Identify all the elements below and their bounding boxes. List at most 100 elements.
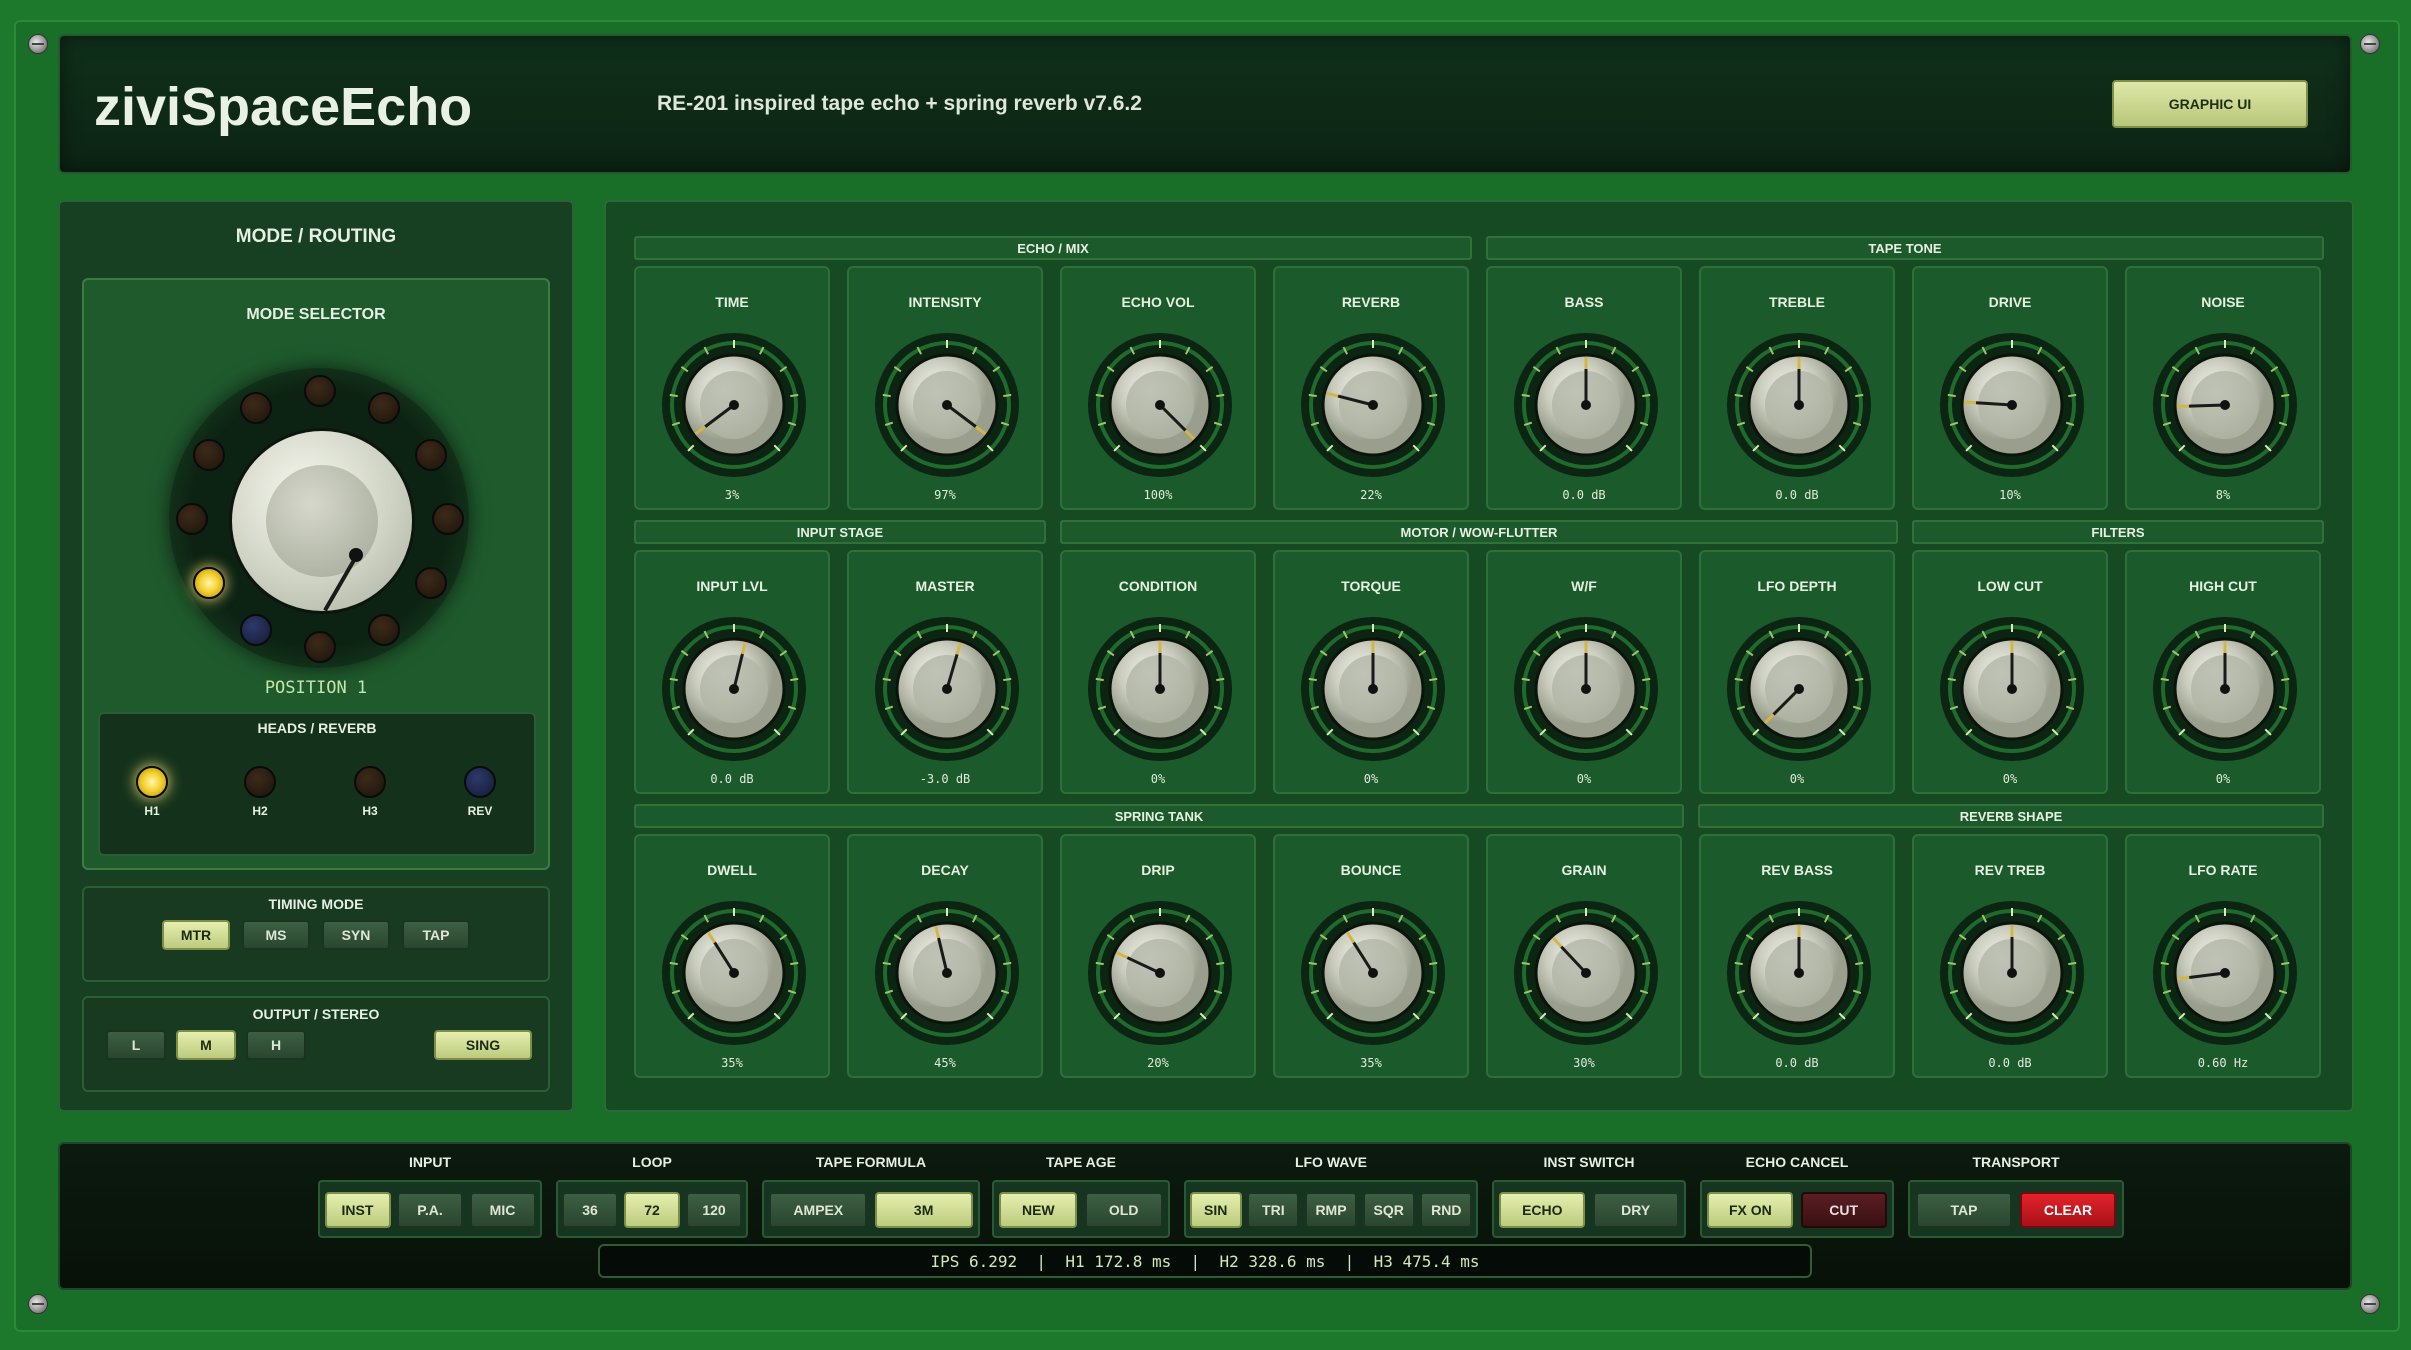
knob-decay[interactable]: DECAY 45%	[847, 834, 1043, 1078]
knob-dial[interactable]	[867, 898, 1027, 1048]
knob-condition[interactable]: CONDITION 0%	[1060, 550, 1256, 794]
knob-dial[interactable]	[654, 330, 814, 480]
mode-position-lamp-icon[interactable]	[432, 503, 464, 535]
mode-position-lamp-icon[interactable]	[240, 392, 272, 425]
timing-mtr-button[interactable]: MTR	[162, 920, 230, 950]
mode-position-lamp-icon[interactable]	[368, 613, 400, 646]
knob-dial[interactable]	[1080, 898, 1240, 1048]
mode-position-lamp-icon[interactable]	[240, 613, 272, 646]
mode-selector-dial[interactable]	[169, 368, 469, 668]
mode-position-lamp-icon[interactable]	[414, 439, 447, 471]
knob-dial[interactable]	[1506, 614, 1666, 764]
knob-dial[interactable]	[1293, 614, 1453, 764]
mode-position-lamp-icon[interactable]	[304, 631, 336, 663]
knob-input-lvl[interactable]: INPUT LVL 0.0 dB	[634, 550, 830, 794]
knob-dial[interactable]	[1080, 330, 1240, 480]
36-button[interactable]: 36	[562, 1192, 618, 1228]
knob-time[interactable]: TIME 3%	[634, 266, 830, 510]
timing-syn-button[interactable]: SYN	[322, 920, 390, 950]
mode-position-lamp-icon[interactable]	[304, 375, 336, 407]
graphic-ui-button[interactable]: GRAPHIC UI	[2112, 80, 2308, 128]
knob-dial[interactable]	[654, 898, 814, 1048]
knob-dial[interactable]	[1080, 614, 1240, 764]
knob-noise[interactable]: NOISE 8%	[2125, 266, 2321, 510]
clear-button[interactable]: CLEAR	[2020, 1192, 2116, 1228]
mode-position-lamp-icon[interactable]	[193, 567, 226, 599]
knob-dial[interactable]	[867, 614, 1027, 764]
knob-dial[interactable]	[1932, 330, 2092, 480]
timing-ms-button[interactable]: MS	[242, 920, 310, 950]
120-button[interactable]: 120	[686, 1192, 742, 1228]
knob-dial[interactable]	[2145, 898, 2305, 1048]
old-button[interactable]: OLD	[1084, 1192, 1163, 1228]
knob-w-f[interactable]: W/F 0%	[1486, 550, 1682, 794]
knob-tick	[1855, 677, 1864, 682]
mode-position-lamp-icon[interactable]	[193, 439, 226, 471]
knob-torque[interactable]: TORQUE 0%	[1273, 550, 1469, 794]
knob-master[interactable]: MASTER -3.0 dB	[847, 550, 1043, 794]
knob-rev-bass[interactable]: REV BASS 0.0 dB	[1699, 834, 1895, 1078]
knob-dial[interactable]	[1719, 614, 1879, 764]
knob-bass[interactable]: BASS 0.0 dB	[1486, 266, 1682, 510]
knob-grain[interactable]: GRAIN 30%	[1486, 834, 1682, 1078]
knob-low-cut[interactable]: LOW CUT 0%	[1912, 550, 2108, 794]
mode-position-lamp-icon[interactable]	[414, 567, 447, 599]
knob-dial[interactable]	[2145, 330, 2305, 480]
sing-button[interactable]: SING	[434, 1030, 532, 1060]
bottom-control-bar: IPS 6.292 | H1 172.8 ms | H2 328.6 ms | …	[58, 1142, 2352, 1290]
knob-drive[interactable]: DRIVE 10%	[1912, 266, 2108, 510]
knob-dial[interactable]	[1932, 898, 2092, 1048]
fx-on-button[interactable]: FX ON	[1707, 1192, 1794, 1228]
72-button[interactable]: 72	[624, 1192, 680, 1228]
knob-dial[interactable]	[2145, 614, 2305, 764]
knob-tick	[2068, 393, 2077, 398]
mode-position-lamp-icon[interactable]	[176, 503, 208, 535]
knob-dwell[interactable]: DWELL 35%	[634, 834, 830, 1078]
mode-position-lamp-icon[interactable]	[368, 392, 400, 425]
ampex-button[interactable]: AMPEX	[769, 1192, 868, 1228]
output-l-button[interactable]: L	[106, 1030, 166, 1060]
knob-dial[interactable]	[1293, 898, 1453, 1048]
knob-dial[interactable]	[1719, 898, 1879, 1048]
output-h-button[interactable]: H	[246, 1030, 306, 1060]
knob-bounce[interactable]: BOUNCE 35%	[1273, 834, 1469, 1078]
knob-dial[interactable]	[1719, 330, 1879, 480]
rmp-button[interactable]: RMP	[1305, 1192, 1357, 1228]
mic-button[interactable]: MIC	[469, 1192, 536, 1228]
knob-dial[interactable]	[1932, 614, 2092, 764]
3m-button[interactable]: 3M	[874, 1192, 973, 1228]
echo-button[interactable]: ECHO	[1499, 1192, 1586, 1228]
knob-echo-vol[interactable]: ECHO VOL 100%	[1060, 266, 1256, 510]
inst-button[interactable]: INST	[324, 1192, 391, 1228]
knob-tick	[1429, 393, 1438, 398]
knob-lfo-rate[interactable]: LFO RATE 0.60 Hz	[2125, 834, 2321, 1078]
knob-label: REV TREB	[1974, 862, 2046, 878]
knob-rev-treb[interactable]: REV TREB 0.0 dB	[1912, 834, 2108, 1078]
cut-button[interactable]: CUT	[1800, 1192, 1887, 1228]
knob-label: INTENSITY	[908, 294, 982, 310]
timing-tap-button[interactable]: TAP	[402, 920, 470, 950]
knob-hub	[1794, 684, 1804, 694]
knob-dial[interactable]	[1506, 898, 1666, 1048]
knob-dial[interactable]	[867, 330, 1027, 480]
knob-lfo-depth[interactable]: LFO DEPTH 0%	[1699, 550, 1895, 794]
mode-selector-knob[interactable]	[229, 428, 415, 614]
knob-drip[interactable]: DRIP 20%	[1060, 834, 1256, 1078]
rnd-button[interactable]: RND	[1420, 1192, 1473, 1228]
knob-tick	[2068, 677, 2077, 682]
knob-reverb[interactable]: REVERB 22%	[1273, 266, 1469, 510]
knob-high-cut[interactable]: HIGH CUT 0%	[2125, 550, 2321, 794]
new-button[interactable]: NEW	[999, 1192, 1078, 1228]
tap-button[interactable]: TAP	[1916, 1192, 2012, 1228]
p-a--button[interactable]: P.A.	[397, 1192, 463, 1228]
knob-dial[interactable]	[1506, 330, 1666, 480]
output-m-button[interactable]: M	[176, 1030, 236, 1060]
knob-treble[interactable]: TREBLE 0.0 dB	[1699, 266, 1895, 510]
dry-button[interactable]: DRY	[1592, 1192, 1679, 1228]
knob-dial[interactable]	[654, 614, 814, 764]
sqr-button[interactable]: SQR	[1362, 1192, 1415, 1228]
tri-button[interactable]: TRI	[1247, 1192, 1300, 1228]
knob-dial[interactable]	[1293, 330, 1453, 480]
sin-button[interactable]: SIN	[1189, 1192, 1242, 1228]
knob-intensity[interactable]: INTENSITY 97%	[847, 266, 1043, 510]
